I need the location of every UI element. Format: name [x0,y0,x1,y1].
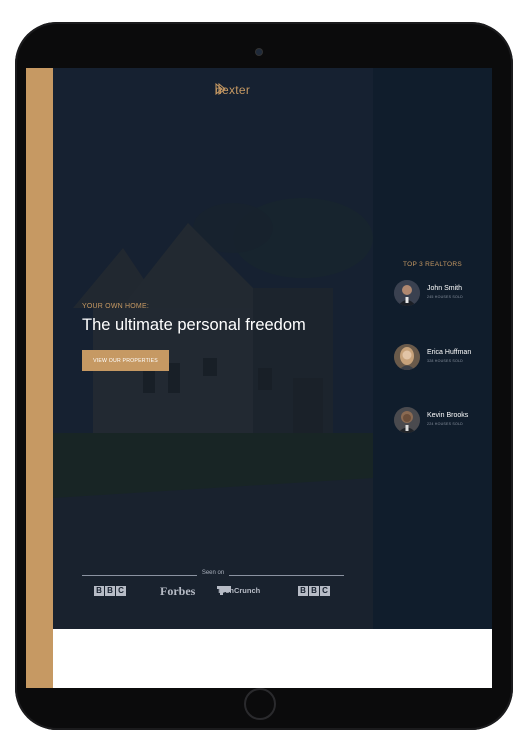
view-properties-button[interactable]: VIEW OUR PROPERTIES [82,350,169,371]
press-logo-bbc-2: BBC [298,586,330,596]
techcrunch-icon [217,586,231,595]
realtor-name: Kevin Brooks [427,412,469,419]
realtor-name: Erica Huffman [427,349,472,356]
realtor-name: John Smith [427,285,463,292]
realtors-title: TOP 3 REALTORS [403,261,462,268]
realtors-sidebar: TOP 3 REALTORS John Smith 245 HOUSES SOL… [373,68,492,629]
sidebar-accent-bar [26,68,53,688]
realtor-sold: 245 HOUSES SOLD [427,295,463,299]
hero-headline: The ultimate personal freedom [82,316,306,334]
realtor-item[interactable]: John Smith 245 HOUSES SOLD [394,280,492,310]
hero-background-image [53,68,373,629]
divider-line-right [229,575,344,576]
brand-logo[interactable]: nexter [215,83,250,97]
avatar [394,280,420,306]
seen-on-divider: Seen on [82,570,344,580]
realtor-sold: 328 HOUSES SOLD [427,359,463,363]
logo-icon [215,83,226,95]
press-logo-bbc: BBC [94,586,126,596]
realtor-sold: 224 HOUSES SOLD [427,422,463,426]
hero-section: nexter YOUR OWN HOME: The ultimate perso… [53,68,373,629]
home-button[interactable] [244,688,276,720]
realtor-item[interactable]: Kevin Brooks 224 HOUSES SOLD [394,407,492,437]
press-logo-forbes: Forbes [160,584,196,598]
camera-icon [256,49,262,55]
avatar [394,407,420,433]
press-logo-techcrunch: TechCrunch [217,586,260,595]
screen: nexter YOUR OWN HOME: The ultimate perso… [26,68,492,688]
avatar [394,344,420,370]
seen-on-label: Seen on [201,570,225,576]
divider-line-left [82,575,197,576]
realtor-item[interactable]: Erica Huffman 328 HOUSES SOLD [394,344,492,374]
hero-tagline: YOUR OWN HOME: [82,303,149,310]
